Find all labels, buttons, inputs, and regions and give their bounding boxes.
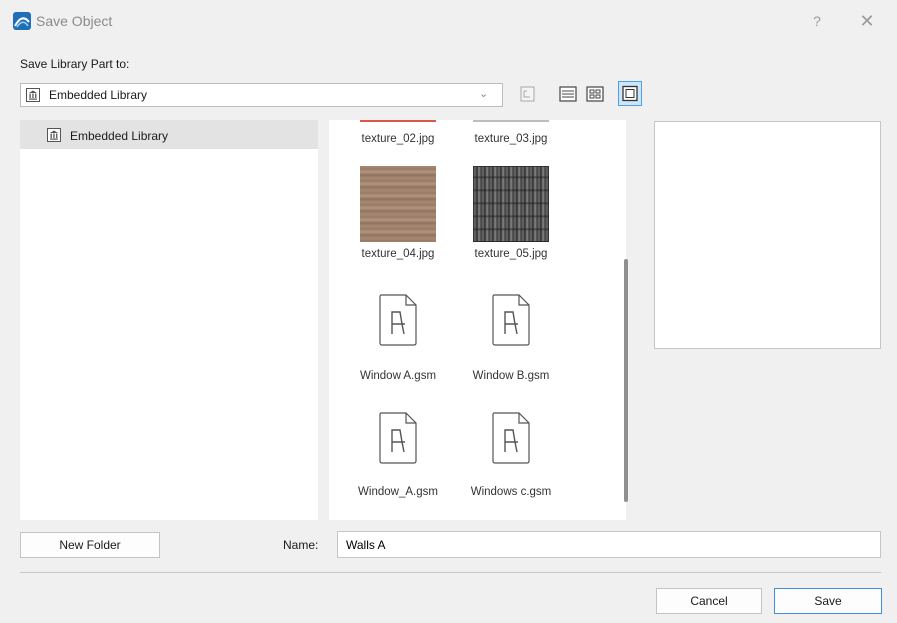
archicad-app-icon	[13, 12, 31, 30]
divider	[20, 572, 881, 573]
file-item[interactable]: texture_04.jpg	[343, 166, 453, 286]
preview-view-icon	[622, 85, 638, 102]
file-name: Window_A.gsm	[358, 486, 438, 498]
name-input[interactable]	[337, 531, 881, 558]
list-view-icon	[559, 86, 577, 102]
gsm-object-icon	[492, 294, 530, 346]
file-name: texture_02.jpg	[361, 133, 435, 145]
name-label: Name:	[283, 538, 319, 552]
folder-item-label: Embedded Library	[70, 129, 169, 143]
file-item[interactable]: Window B.gsm	[456, 288, 566, 408]
parent-folder-icon	[520, 86, 535, 102]
location-dropdown[interactable]: Embedded Library ⌄	[20, 83, 503, 107]
grid-view-button[interactable]	[584, 83, 606, 105]
file-browser: texture_02.jpg texture_03.jpg texture_04…	[329, 120, 626, 520]
gsm-object-icon	[379, 412, 417, 464]
close-button[interactable]: ✕	[857, 11, 877, 31]
save-button[interactable]: Save	[774, 588, 882, 614]
save-location-label: Save Library Part to:	[20, 57, 130, 71]
grid-view-icon	[586, 86, 604, 102]
folder-tree: Embedded Library	[20, 120, 318, 520]
new-folder-button[interactable]: New Folder	[20, 532, 160, 558]
window-title: Save Object	[36, 13, 113, 29]
file-item[interactable]: Windows c.gsm	[456, 406, 566, 520]
file-name: Window B.gsm	[472, 370, 550, 382]
texture-thumbnail	[360, 166, 436, 242]
texture-thumbnail	[473, 166, 549, 242]
files-scrollbar[interactable]	[624, 259, 628, 502]
cancel-button[interactable]: Cancel	[656, 588, 762, 614]
file-name: Window A.gsm	[359, 370, 437, 382]
file-name: texture_03.jpg	[474, 133, 548, 145]
library-icon	[26, 88, 40, 102]
preview-pane	[654, 121, 881, 349]
texture-thumbnail	[360, 120, 436, 122]
location-value: Embedded Library	[49, 88, 148, 102]
preview-view-button[interactable]	[618, 81, 642, 106]
file-item[interactable]: Window_A.gsm	[343, 406, 453, 520]
folder-item-embedded-library[interactable]: Embedded Library	[20, 120, 318, 149]
file-name: Windows c.gsm	[470, 486, 552, 498]
chevron-down-icon: ⌄	[479, 88, 489, 100]
help-button[interactable]: ?	[807, 11, 827, 31]
parent-folder-button[interactable]	[516, 83, 540, 105]
file-name: texture_05.jpg	[474, 248, 548, 260]
texture-thumbnail	[473, 120, 549, 122]
gsm-object-icon	[492, 412, 530, 464]
gsm-object-icon	[379, 294, 417, 346]
title-bar: Save Object ? ✕	[0, 0, 897, 44]
file-name: texture_04.jpg	[361, 248, 435, 260]
file-item[interactable]: texture_05.jpg	[456, 166, 566, 286]
file-item[interactable]: Window A.gsm	[343, 288, 453, 408]
library-icon	[47, 128, 61, 142]
list-view-button[interactable]	[557, 83, 579, 105]
